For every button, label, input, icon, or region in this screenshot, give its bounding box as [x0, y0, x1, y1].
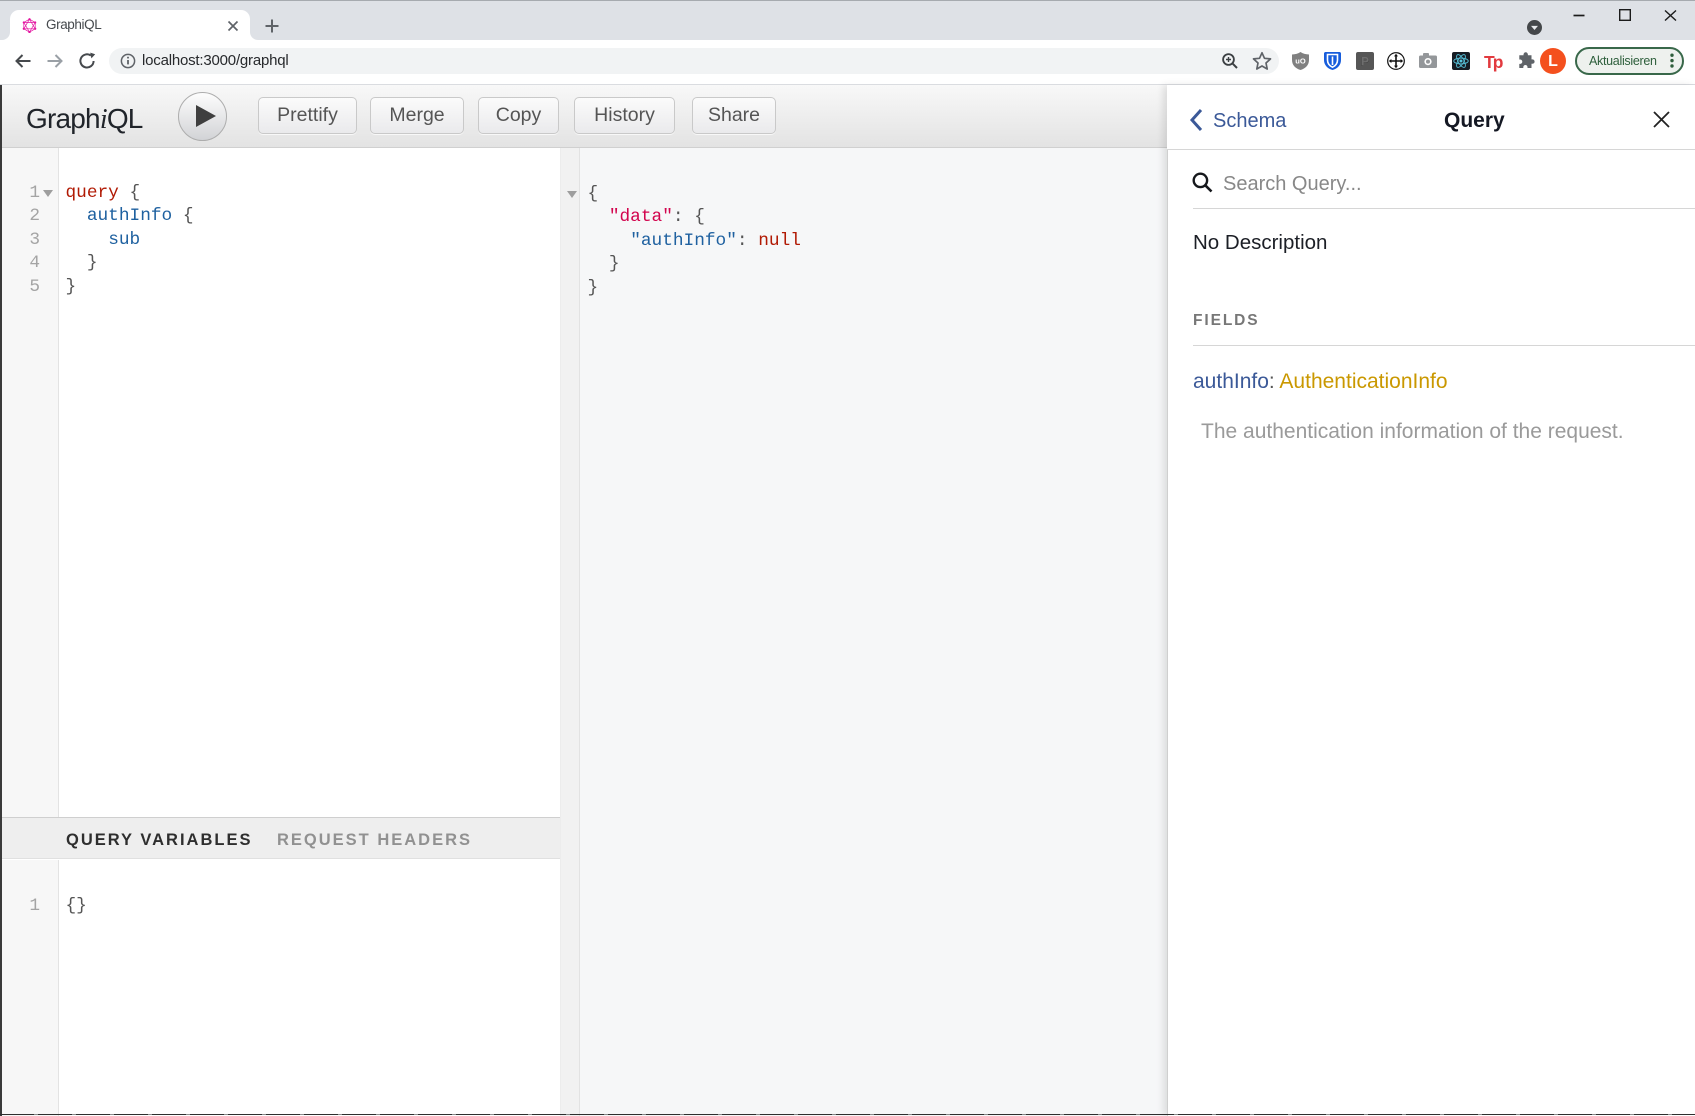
svg-text:uO: uO: [1295, 57, 1306, 66]
svg-text:P: P: [1361, 55, 1369, 69]
